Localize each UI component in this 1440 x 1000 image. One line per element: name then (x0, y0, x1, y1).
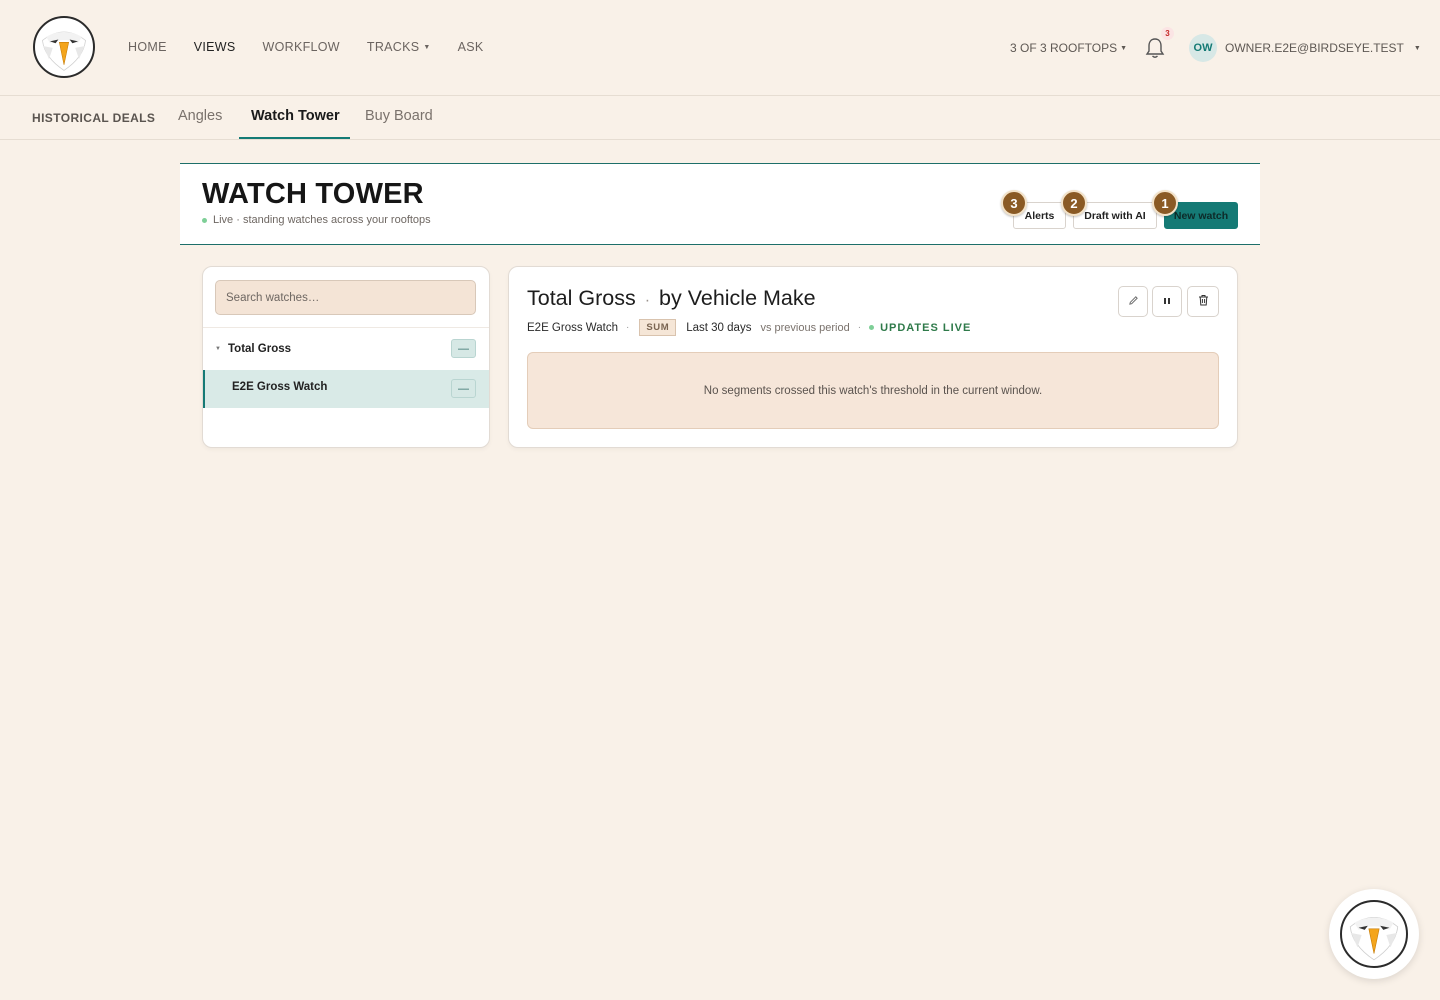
eagle-icon (1340, 900, 1408, 968)
tab-watch-tower[interactable]: Watch Tower (251, 108, 340, 124)
user-menu[interactable]: OWNER.E2E@BIRDSEYE.TEST ▼ (1225, 41, 1421, 55)
rooftop-selector-label: 3 OF 3 ROOFTOPS (1010, 41, 1118, 55)
watch-list-panel: ▼ Total Gross — E2E Gross Watch — (202, 266, 490, 448)
comparison-label: vs previous period (760, 321, 850, 334)
main-nav: HOME VIEWS WORKFLOW TRACKS ▼ ASK (128, 40, 484, 54)
search-input[interactable] (215, 280, 476, 315)
watch-dimension: by Vehicle Make (659, 286, 816, 310)
nav-tracks-label: TRACKS (366, 40, 420, 54)
watch-item-action-button[interactable]: — (451, 379, 476, 398)
active-tab-indicator (239, 137, 350, 139)
tab-angles[interactable]: Angles (178, 108, 222, 124)
meta-separator: · (625, 322, 630, 333)
page-header-card: WATCH TOWER Live · standing watches acro… (180, 163, 1260, 245)
collapse-group-button[interactable]: — (451, 339, 476, 358)
notification-count-badge: 3 (1161, 27, 1174, 40)
watch-detail-panel: Total Gross · by Vehicle Make E2E Gross … (508, 266, 1238, 448)
watch-group-total-gross[interactable]: ▼ Total Gross — (203, 331, 489, 367)
meta-separator: · (857, 322, 862, 333)
user-email: OWNER.E2E@BIRDSEYE.TEST (1225, 41, 1404, 55)
section-label: HISTORICAL DEALS (32, 111, 156, 125)
top-navigation-bar: HOME VIEWS WORKFLOW TRACKS ▼ ASK 3 OF 3 … (0, 0, 1440, 96)
step-badge-alerts: 3 (1001, 190, 1027, 216)
title-separator: · (644, 292, 651, 309)
caret-down-icon: ▼ (1413, 44, 1421, 52)
live-dot-icon (869, 325, 875, 330)
page-subtitle: Live · standing watches across your roof… (202, 214, 431, 226)
assistant-fab-button[interactable] (1329, 889, 1419, 979)
eagle-logo[interactable] (33, 16, 95, 78)
nav-tracks[interactable]: TRACKS ▼ (367, 40, 431, 54)
pause-watch-button[interactable] (1152, 286, 1182, 317)
tab-buy-board[interactable]: Buy Board (365, 108, 433, 124)
pause-icon (1163, 296, 1171, 308)
page-title: WATCH TOWER (202, 178, 424, 210)
watch-name: E2E Gross Watch (527, 321, 618, 334)
page-subtitle-text: Live · standing watches across your roof… (213, 214, 431, 226)
sub-navigation: HISTORICAL DEALS Angles Watch Tower Buy … (0, 97, 1440, 140)
divider (203, 327, 489, 328)
caret-down-icon: ▼ (215, 346, 221, 352)
eagle-icon (42, 31, 86, 71)
watch-title: Total Gross · by Vehicle Make (527, 286, 816, 311)
nav-ask[interactable]: ASK (458, 40, 484, 54)
nav-home[interactable]: HOME (128, 40, 167, 54)
step-badge-draft: 2 (1061, 190, 1087, 216)
watch-item-e2e-gross-watch[interactable]: E2E Gross Watch — (203, 370, 489, 408)
time-window: Last 30 days (686, 321, 752, 334)
trash-icon (1198, 294, 1209, 309)
watch-metric: Total Gross (527, 286, 636, 310)
aggregation-badge: SUM (639, 319, 677, 336)
watch-item-label: E2E Gross Watch (232, 381, 328, 393)
avatar[interactable]: OW (1189, 34, 1217, 62)
nav-views[interactable]: VIEWS (194, 40, 236, 54)
step-badge-new-watch: 1 (1152, 190, 1178, 216)
caret-down-icon: ▼ (1120, 44, 1128, 52)
edit-watch-button[interactable] (1118, 286, 1148, 317)
nav-workflow[interactable]: WORKFLOW (263, 40, 340, 54)
pencil-icon (1128, 295, 1139, 309)
caret-down-icon: ▼ (423, 43, 431, 51)
delete-watch-button[interactable] (1187, 286, 1219, 317)
watch-group-label: Total Gross (228, 343, 292, 355)
live-status-label: UPDATES LIVE (880, 321, 972, 334)
watch-meta-row: E2E Gross Watch · SUM Last 30 days vs pr… (527, 319, 971, 336)
rooftop-selector[interactable]: 3 OF 3 ROOFTOPS ▼ (1010, 41, 1127, 55)
empty-state-message: No segments crossed this watch's thresho… (527, 352, 1219, 429)
live-status: UPDATES LIVE (869, 322, 971, 334)
notification-bell-icon[interactable] (1145, 37, 1165, 59)
live-status-dot-icon (202, 217, 207, 223)
